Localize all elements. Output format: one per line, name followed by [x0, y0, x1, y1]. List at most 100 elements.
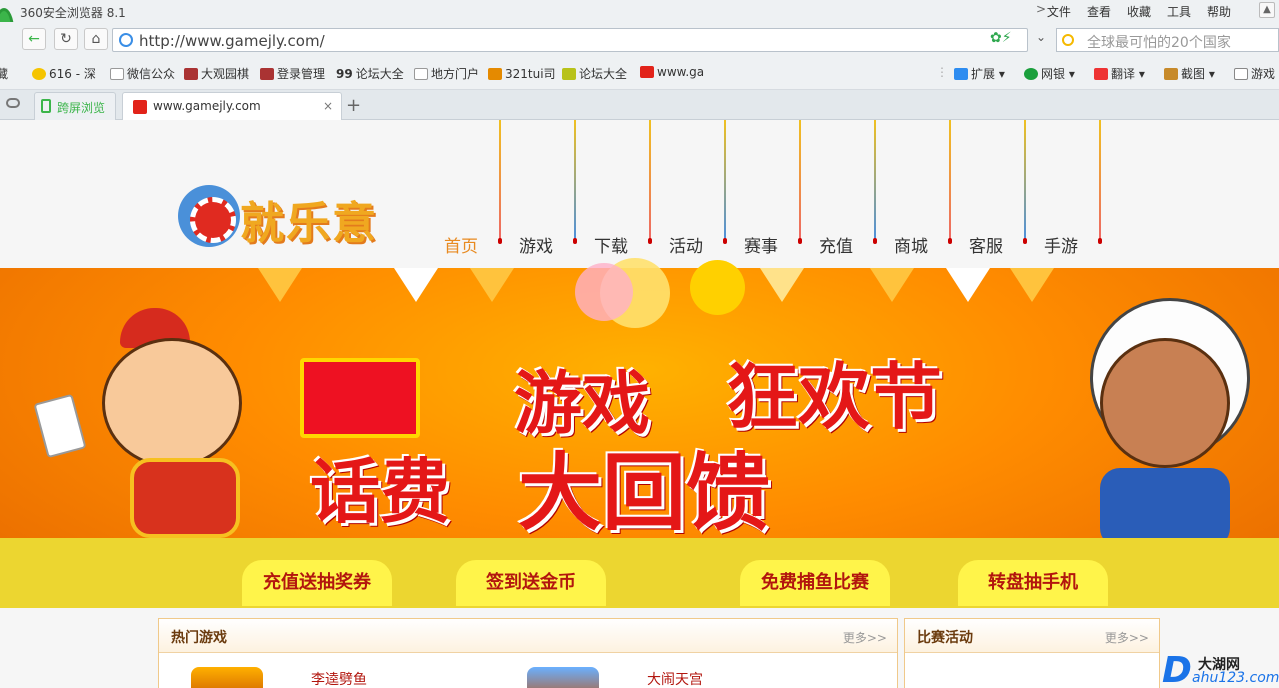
- site-favicon-icon: [133, 100, 147, 114]
- menu-tools[interactable]: 工具: [1159, 3, 1199, 20]
- content-panels: 热门游戏 更多>> 李逵劈鱼 大闹天宫 比赛活动 更多>>: [0, 608, 1279, 688]
- window-control-button[interactable]: ▲: [1259, 2, 1275, 18]
- screenshot-label: 截图: [1181, 67, 1206, 81]
- cartoon-character-right: [1080, 298, 1260, 548]
- promo-recharge-lottery[interactable]: 充值送抽奖券: [242, 560, 392, 606]
- decor-dot: [498, 238, 502, 244]
- bookmark-item[interactable]: 大观园棋: [184, 65, 249, 82]
- translate-label: 翻译: [1111, 67, 1136, 81]
- decor-dot: [873, 238, 877, 244]
- web-page: 就乐意 首页 游戏 下载 活动 赛事 充值 商城 客服 手游 游戏 狂欢节 话费…: [0, 120, 1279, 688]
- search-box[interactable]: 全球最可怕的20个国家: [1056, 28, 1279, 52]
- bookmark-item[interactable]: 地方门户: [414, 65, 479, 82]
- new-tab-button[interactable]: +: [346, 95, 361, 116]
- bank-button[interactable]: 网银 ▾: [1024, 65, 1075, 82]
- bunting-flag: [760, 268, 804, 302]
- panel-header: 比赛活动 更多>>: [905, 619, 1159, 653]
- bookmark-item[interactable]: 登录管理: [260, 65, 325, 82]
- balloon: [575, 263, 633, 321]
- nav-activities[interactable]: 活动: [669, 232, 703, 257]
- decor-line: [949, 120, 951, 242]
- speed-mode-icon[interactable]: ✿⚡: [990, 30, 1012, 46]
- logo-text: 就乐意: [240, 198, 378, 249]
- games-label: 游戏: [1251, 67, 1276, 81]
- menu-help[interactable]: 帮助: [1199, 3, 1239, 20]
- bookmark-item[interactable]: 微信公众: [110, 65, 175, 82]
- promo-signin-coins[interactable]: 签到送金币: [456, 560, 606, 606]
- separator-icon: ⋮: [936, 65, 948, 79]
- site-logo[interactable]: 就乐意: [178, 185, 398, 255]
- bookmark-item[interactable]: 99 论坛大全: [336, 65, 404, 82]
- extensions-label: 扩展: [971, 67, 996, 81]
- decor-dot: [948, 238, 952, 244]
- decor-dot: [798, 238, 802, 244]
- home-button[interactable]: ⌂: [84, 28, 108, 50]
- bookmark-item[interactable]: www.ga: [640, 65, 704, 79]
- search-engine-icon[interactable]: [1062, 34, 1074, 46]
- decor-line: [574, 120, 576, 242]
- games-button[interactable]: 游戏: [1234, 65, 1275, 82]
- nav-games[interactable]: 游戏: [519, 232, 553, 257]
- watermark-url: ahu123.com: [1192, 670, 1279, 686]
- decor-line: [799, 120, 801, 242]
- headline-phone-bill: 话费: [310, 451, 450, 533]
- bookmark-item[interactable]: 321tui司: [488, 65, 556, 82]
- tab-label: www.gamejly.com: [153, 99, 261, 113]
- refresh-button[interactable]: ↻: [54, 28, 78, 50]
- chevron-down-icon[interactable]: ⌄: [1036, 30, 1046, 44]
- nav-home[interactable]: 首页: [444, 232, 478, 257]
- tab-label: 跨屏浏览: [57, 101, 106, 115]
- cloud-icon[interactable]: [6, 98, 20, 108]
- promo-banner[interactable]: 游戏 狂欢节 话费 大回馈 充值送抽奖券 签到送金币 免费捕鱼比赛 转盘抽手机: [0, 258, 1279, 608]
- decor-line: [724, 120, 726, 242]
- cartoon-character-left: [33, 308, 270, 538]
- bookmark-label: 论坛大全: [355, 67, 404, 81]
- search-input[interactable]: 全球最可怕的20个国家: [1087, 32, 1231, 52]
- menu-file[interactable]: 文件: [1039, 3, 1079, 20]
- translate-button[interactable]: 翻译 ▾: [1094, 65, 1145, 82]
- back-button[interactable]: ←: [22, 28, 46, 50]
- game-name[interactable]: 李逵劈鱼: [311, 669, 367, 688]
- nav-recharge[interactable]: 充值: [819, 232, 853, 257]
- screenshot-button[interactable]: 截图 ▾: [1164, 65, 1215, 82]
- close-icon[interactable]: ×: [323, 99, 333, 113]
- bookmark-label: 论坛大全: [579, 67, 628, 81]
- game-name[interactable]: 大闹天宫: [647, 669, 703, 688]
- nav-mobile-games[interactable]: 手游: [1044, 232, 1078, 257]
- nav-bar: ← ↻ ⌂ http://www.gamejly.com/ ✿⚡ ⌄ 全球最可怕…: [0, 22, 1279, 56]
- bookmark-label: 616 - 深: [49, 67, 96, 81]
- bunting-flag: [470, 268, 514, 302]
- address-bar[interactable]: http://www.gamejly.com/: [112, 28, 1028, 52]
- promo-wheel-phone[interactable]: 转盘抽手机: [958, 560, 1108, 606]
- globe-icon: [119, 33, 133, 47]
- phone-icon: [41, 99, 51, 113]
- game-thumbnail[interactable]: [527, 667, 599, 688]
- nav-matches[interactable]: 赛事: [744, 232, 778, 257]
- url-text[interactable]: http://www.gamejly.com/: [139, 32, 325, 50]
- decor-dot: [1023, 238, 1027, 244]
- more-link[interactable]: 更多>>: [1105, 629, 1149, 646]
- bookmark-label: 微信公众: [127, 67, 176, 81]
- promo-fishing-match[interactable]: 免费捕鱼比赛: [740, 560, 890, 606]
- game-thumbnail[interactable]: [191, 667, 263, 688]
- nav-shop[interactable]: 商城: [894, 232, 928, 257]
- bookmark-label: 大观园棋: [201, 67, 250, 81]
- watermark-logo: D 大湖网 ahu123.com: [1162, 650, 1279, 688]
- decor-line: [649, 120, 651, 242]
- bookmark-item[interactable]: 论坛大全: [562, 65, 627, 82]
- menu-view[interactable]: 查看: [1079, 3, 1119, 20]
- bookmark-item[interactable]: 616 - 深: [32, 65, 96, 82]
- hot-games-panel: 热门游戏 更多>> 李逵劈鱼 大闹天宫: [158, 618, 898, 688]
- decor-dot: [573, 238, 577, 244]
- decor-dot: [723, 238, 727, 244]
- extensions-button[interactable]: 扩展 ▾: [954, 65, 1005, 82]
- bookmark-label: 321tui司: [505, 67, 556, 81]
- balloon: [690, 260, 745, 315]
- more-link[interactable]: 更多>>: [843, 629, 887, 646]
- tab-gamejly[interactable]: www.gamejly.com ×: [122, 92, 342, 120]
- nav-service[interactable]: 客服: [969, 232, 1003, 257]
- bookmark-item[interactable]: 藏: [0, 65, 8, 82]
- nav-download[interactable]: 下载: [594, 232, 628, 257]
- menu-favorites[interactable]: 收藏: [1119, 3, 1159, 20]
- tab-cross-screen[interactable]: 跨屏浏览: [34, 92, 116, 120]
